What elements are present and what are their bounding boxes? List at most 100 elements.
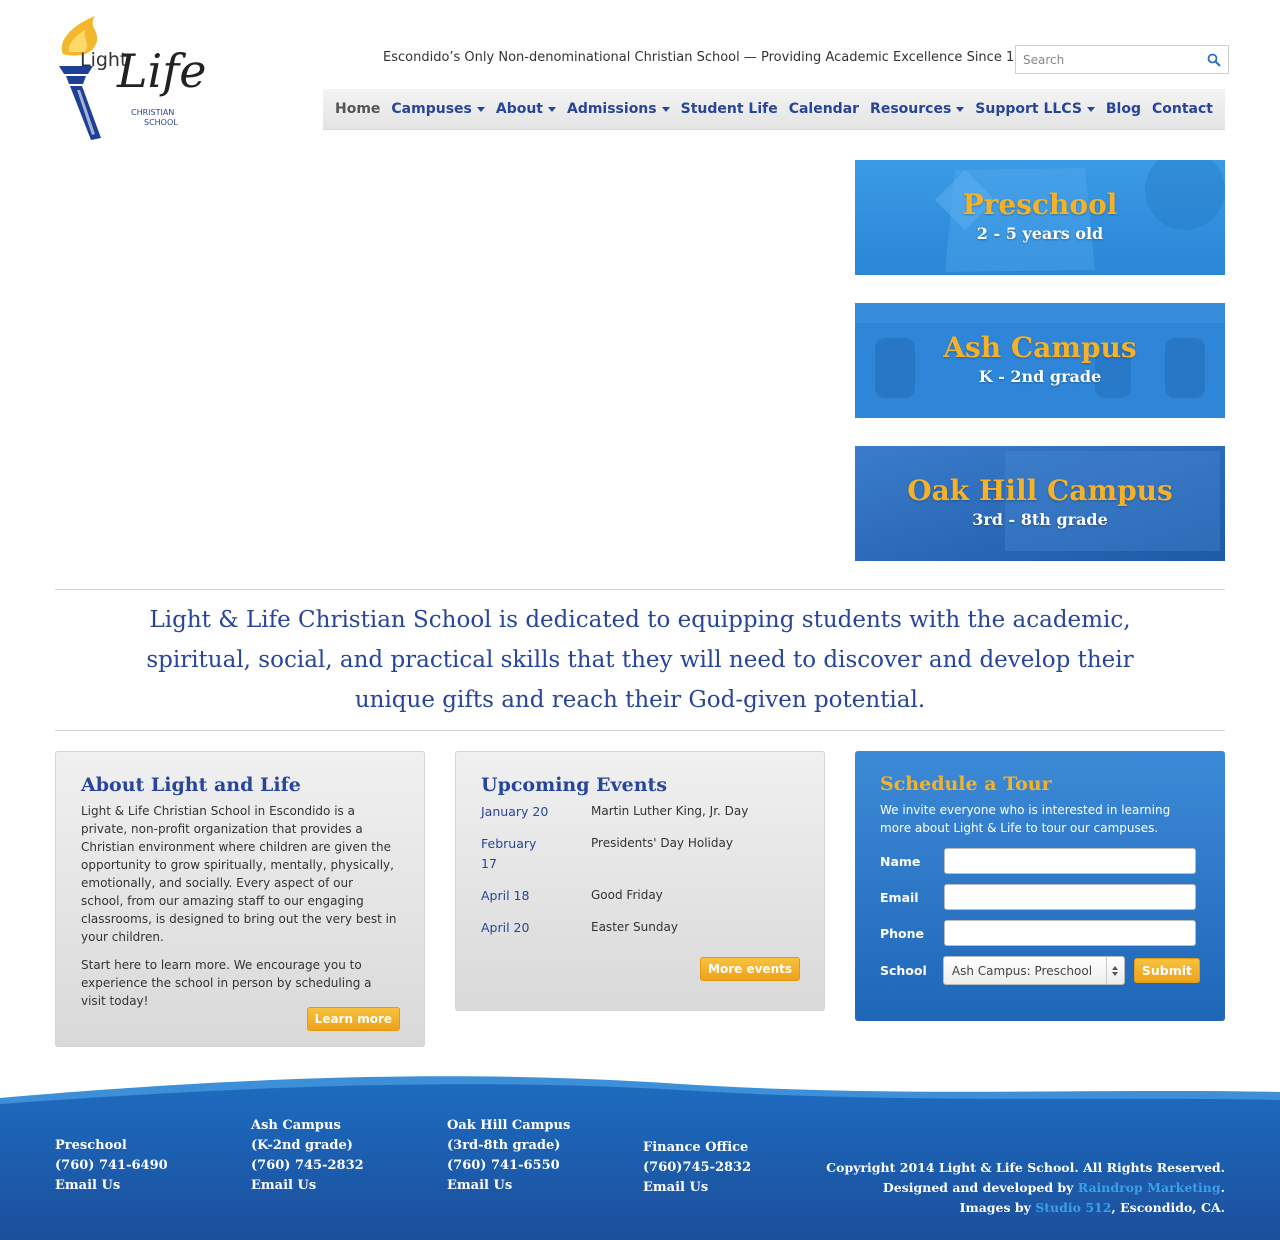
- divider: [55, 730, 1225, 731]
- footer-ash-email-link[interactable]: Email Us: [251, 1176, 364, 1196]
- email-row: Email: [880, 884, 1200, 910]
- search-box[interactable]: [1015, 45, 1229, 74]
- school-logo[interactable]: Light Life CHRISTIAN SCHOOL: [55, 14, 230, 144]
- footer-oakhill-email-link[interactable]: Email Us: [447, 1176, 570, 1196]
- designed-by-suffix: .: [1220, 1180, 1225, 1195]
- footer-finance-name: Finance Office: [643, 1140, 749, 1155]
- more-events-button[interactable]: More events: [700, 957, 800, 981]
- event-date: April 18: [481, 888, 530, 903]
- about-panel: About Light and Life Light & Life Christ…: [55, 751, 425, 1047]
- chevron-down-icon: [476, 106, 485, 112]
- images-by-line: Images by Studio 512, Escondido, CA.: [826, 1198, 1225, 1218]
- event-date: April 20: [481, 920, 530, 935]
- phone-label: Phone: [880, 925, 925, 941]
- nav-resources-label: Resources: [870, 101, 952, 117]
- nav-home-label: Home: [335, 101, 381, 117]
- nav-resources[interactable]: Resources: [870, 101, 965, 117]
- chevron-down-icon: [661, 106, 670, 112]
- email-field[interactable]: [944, 884, 1196, 910]
- mission-statement: Light & Life Christian School is dedicat…: [146, 607, 1134, 713]
- phone-row: Phone: [880, 920, 1200, 946]
- campus-tile-ash[interactable]: Ash Campus K - 2nd grade: [855, 303, 1225, 418]
- tour-intro: We invite everyone who is interested in …: [880, 803, 1171, 835]
- name-field[interactable]: [944, 848, 1196, 874]
- footer-preschool-phone: (760) 741-6490: [55, 1158, 168, 1173]
- designed-by-line: Designed and developed by Raindrop Marke…: [826, 1178, 1225, 1198]
- chevron-down-icon: [1086, 106, 1095, 112]
- about-heading: About Light and Life: [81, 774, 301, 796]
- event-item[interactable]: April 18 Good Friday: [481, 886, 799, 906]
- events-panel: Upcoming Events January 20 Martin Luther…: [455, 751, 825, 1011]
- footer-oakhill-phone: (760) 741-6550: [447, 1158, 560, 1173]
- tour-heading: Schedule a Tour: [880, 773, 1052, 795]
- email-label: Email: [880, 889, 919, 905]
- footer-finance-phone: (760)745-2832: [643, 1160, 752, 1175]
- nav-support-llcs[interactable]: Support LLCS: [975, 101, 1095, 117]
- footer-ash-phone: (760) 745-2832: [251, 1158, 364, 1173]
- nav-home[interactable]: Home: [335, 101, 380, 117]
- images-by-suffix: , Escondido, CA.: [1111, 1200, 1225, 1215]
- magnifier-icon[interactable]: [1200, 46, 1228, 73]
- campus-tile-preschool[interactable]: Preschool 2 - 5 years old: [855, 160, 1225, 275]
- events-heading: Upcoming Events: [481, 774, 668, 796]
- select-arrows-icon: [1105, 957, 1118, 984]
- event-item[interactable]: February 17 Presidents' Day Holiday: [481, 834, 799, 874]
- designer-link[interactable]: Raindrop Marketing: [1078, 1180, 1221, 1195]
- nav-about[interactable]: About: [496, 101, 556, 117]
- footer-ash: Ash Campus (K-2nd grade) (760) 745-2832 …: [251, 1116, 364, 1196]
- event-date: February 17: [481, 836, 537, 871]
- event-date: January 20: [481, 804, 549, 819]
- footer-credits: Copyright 2014 Light & Life School. All …: [826, 1158, 1225, 1218]
- event-name: Good Friday: [591, 888, 663, 902]
- campus-tile-oak-hill[interactable]: Oak Hill Campus 3rd - 8th grade: [855, 446, 1225, 561]
- name-row: Name: [880, 848, 1200, 874]
- about-paragraph: Light & Life Christian School in Escondi…: [81, 804, 397, 944]
- learn-more-button[interactable]: Learn more: [306, 1007, 400, 1031]
- nav-campuses[interactable]: Campuses: [391, 101, 485, 117]
- photographer-link[interactable]: Studio 512: [1035, 1200, 1111, 1215]
- nav-student-life[interactable]: Student Life: [681, 101, 778, 117]
- event-item[interactable]: January 20 Martin Luther King, Jr. Day: [481, 802, 799, 822]
- footer-preschool-name: Preschool: [55, 1138, 127, 1153]
- nav-blog-label: Blog: [1105, 101, 1141, 117]
- school-select[interactable]: Ash Campus: Preschool: [942, 956, 1125, 985]
- nav-blog[interactable]: Blog: [1106, 101, 1141, 117]
- nav-admissions-label: Admissions: [566, 101, 657, 117]
- nav-about-label: About: [495, 101, 543, 117]
- campus-subtitle: 3rd - 8th grade: [972, 510, 1108, 529]
- tagline: Escondido’s Only Non-denominational Chri…: [383, 50, 1040, 65]
- phone-field[interactable]: [944, 920, 1196, 946]
- chevron-down-icon: [548, 106, 556, 112]
- event-item[interactable]: April 20 Easter Sunday: [481, 918, 799, 938]
- footer-finance: Finance Office (760)745-2832 Email Us: [643, 1138, 751, 1198]
- footer-oakhill: Oak Hill Campus (3rd-8th grade) (760) 74…: [447, 1116, 570, 1196]
- school-select-value: Ash Campus: Preschool: [951, 963, 1093, 978]
- footer-oakhill-name: Oak Hill Campus: [447, 1118, 571, 1133]
- schedule-tour-panel: Schedule a Tour We invite everyone who i…: [855, 751, 1225, 1021]
- submit-button[interactable]: Submit: [1133, 958, 1200, 983]
- footer-finance-email-link[interactable]: Email Us: [643, 1178, 751, 1198]
- images-by-prefix: Images by: [959, 1200, 1031, 1215]
- nav-admissions[interactable]: Admissions: [567, 101, 670, 117]
- designed-by-prefix: Designed and developed by: [882, 1180, 1074, 1195]
- footer-preschool-email-link[interactable]: Email Us: [55, 1176, 168, 1196]
- footer-oakhill-grades: (3rd-8th grade): [447, 1138, 561, 1153]
- main-nav: Home Campuses About Admissions Student L…: [323, 89, 1225, 130]
- campus-subtitle: 2 - 5 years old: [976, 224, 1104, 243]
- nav-student-life-label: Student Life: [680, 101, 778, 117]
- about-paragraph: Start here to learn more. We encourage y…: [81, 958, 372, 1008]
- logo-word-life: Life: [117, 44, 207, 98]
- divider: [55, 589, 1225, 590]
- event-name: Easter Sunday: [591, 920, 678, 934]
- school-label: School: [880, 963, 927, 978]
- nav-contact[interactable]: Contact: [1152, 101, 1213, 117]
- chevron-down-icon: [956, 106, 965, 112]
- nav-campuses-label: Campuses: [391, 101, 472, 117]
- nav-calendar-label: Calendar: [788, 101, 860, 117]
- name-label: Name: [880, 853, 921, 869]
- campus-title: Oak Hill Campus: [907, 474, 1173, 507]
- campus-title: Ash Campus: [943, 331, 1137, 364]
- nav-calendar[interactable]: Calendar: [789, 101, 859, 117]
- campus-subtitle: K - 2nd grade: [978, 367, 1102, 386]
- search-input[interactable]: [1016, 46, 1200, 73]
